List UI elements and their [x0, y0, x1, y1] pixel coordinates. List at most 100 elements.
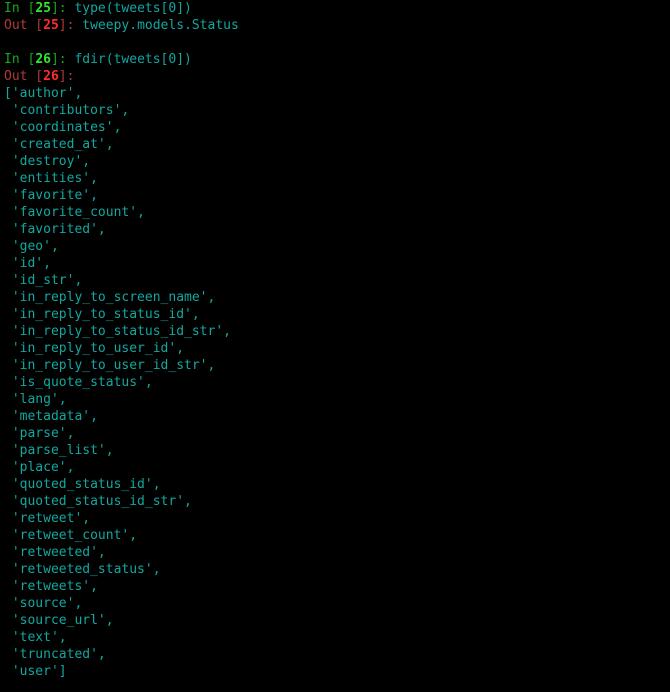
result-list-item-label: 'created_at', [11, 137, 114, 152]
result-list-item-label: 'place', [11, 460, 75, 475]
result-list-item-label: 'contributors', [11, 103, 130, 118]
result-list-item-label: 'source_url', [11, 613, 114, 628]
list-indent [4, 358, 12, 373]
result-list-item-label: 'id_str', [11, 273, 83, 288]
result-list-item: 'quoted_status_id', [0, 476, 670, 493]
list-indent [4, 426, 12, 441]
prompt-out-label: Out [4, 18, 28, 33]
list-indent [4, 460, 12, 475]
result-list-item: 'in_reply_to_user_id_str', [0, 357, 670, 374]
list-indent [4, 375, 12, 390]
result-list-item: 'contributors', [0, 102, 670, 119]
result-list-item: 'parse_list', [0, 442, 670, 459]
result-list-item: 'created_at', [0, 136, 670, 153]
list-indent [4, 579, 12, 594]
result-list-item-label: 'in_reply_to_screen_name', [11, 290, 216, 305]
list-indent [4, 120, 12, 135]
result-list-item: 'parse', [0, 425, 670, 442]
result-list-item: 'retweet_count', [0, 527, 670, 544]
list-indent [4, 494, 12, 509]
list-indent [4, 511, 12, 526]
result-list-item-label: 'retweet_count', [11, 528, 138, 543]
output-prompt-line-26: Out [26]: [0, 68, 670, 85]
prompt-out-open-bracket: [ [27, 18, 44, 33]
result-list-item-label: 'in_reply_to_status_id', [11, 307, 200, 322]
result-list-item: 'geo', [0, 238, 670, 255]
result-list-item: 'favorite', [0, 187, 670, 204]
result-list-item: 'quoted_status_id_str', [0, 493, 670, 510]
result-list-item-label: 'author', [11, 86, 83, 101]
result-list-item: 'in_reply_to_status_id_str', [0, 323, 670, 340]
result-list-item-label: 'coordinates', [11, 120, 122, 135]
result-list-item-label: 'favorited', [11, 222, 106, 237]
result-list-item: 'retweeted_status', [0, 561, 670, 578]
result-list-item-label: 'geo', [11, 239, 59, 254]
input-code-26[interactable]: fdir(tweets[0]) [74, 52, 191, 67]
result-list-item: 'in_reply_to_user_id', [0, 340, 670, 357]
result-list-item-label: 'favorite_count', [11, 205, 145, 220]
result-list-item-label: 'retweet', [11, 511, 91, 526]
result-list-item-label: 'in_reply_to_user_id_str', [11, 358, 216, 373]
list-indent [4, 562, 12, 577]
list-indent [4, 256, 12, 271]
result-list-item-label: 'source', [11, 596, 83, 611]
list-indent [4, 222, 12, 237]
result-list-item: 'text', [0, 629, 670, 646]
list-indent [4, 341, 12, 356]
result-list-item-label: 'id', [11, 256, 51, 271]
result-list-item: 'in_reply_to_status_id', [0, 306, 670, 323]
list-indent [4, 443, 12, 458]
prompt-out-close-bracket: ]: [58, 18, 83, 33]
list-indent [4, 545, 12, 560]
list-indent [4, 596, 12, 611]
result-list-item: 'in_reply_to_screen_name', [0, 289, 670, 306]
result-list-item-label: 'lang', [11, 392, 67, 407]
result-list-item: 'source', [0, 595, 670, 612]
result-list-item: 'id', [0, 255, 670, 272]
result-list-item: 'favorited', [0, 221, 670, 238]
input-prompt-line-25: In [25]: type(tweets[0]) [0, 0, 670, 17]
prompt-in-open-bracket: [ [19, 1, 36, 16]
result-list-item-label: 'metadata', [11, 409, 98, 424]
result-list-item: 'id_str', [0, 272, 670, 289]
result-list-item: 'truncated', [0, 646, 670, 663]
result-list-item-label: 'user'] [11, 664, 67, 679]
list-indent [4, 137, 12, 152]
result-list-item: 'user'] [0, 663, 670, 680]
input-code-25[interactable]: type(tweets[0]) [74, 1, 191, 16]
result-list-item: 'place', [0, 459, 670, 476]
result-list-item: 'lang', [0, 391, 670, 408]
input-prompt-line-26: In [26]: fdir(tweets[0]) [0, 51, 670, 68]
list-indent [4, 392, 12, 407]
list-indent [4, 239, 12, 254]
list-indent [4, 528, 12, 543]
result-list-item-label: 'quoted_status_id', [11, 477, 161, 492]
spacer-line-1 [0, 34, 670, 51]
prompt-out-close-bracket-2: ]: [58, 69, 83, 84]
list-open-bracket: [ [4, 86, 12, 101]
result-list-item-label: 'parse', [11, 426, 75, 441]
result-list-item-label: 'retweeted_status', [11, 562, 161, 577]
list-indent [4, 613, 12, 628]
result-list-item: 'favorite_count', [0, 204, 670, 221]
result-list-item-label: 'truncated', [11, 647, 106, 662]
result-list-item: 'source_url', [0, 612, 670, 629]
prompt-in-close-bracket: ]: [50, 1, 75, 16]
result-list-item-label: 'favorite', [11, 188, 98, 203]
output-result-25: tweepy.models.Status [82, 18, 239, 33]
prompt-in-number-2: 26 [35, 52, 51, 67]
list-indent [4, 154, 12, 169]
prompt-in-number: 25 [35, 1, 51, 16]
list-indent [4, 664, 12, 679]
list-indent [4, 647, 12, 662]
result-list-item-label: 'retweets', [11, 579, 98, 594]
result-list-item-label: 'in_reply_to_user_id', [11, 341, 185, 356]
prompt-out-number: 25 [43, 18, 59, 33]
prompt-in-open-bracket-2: [ [19, 52, 36, 67]
list-indent [4, 324, 12, 339]
result-list-item: 'retweeted', [0, 544, 670, 561]
result-list-item-label: 'retweeted', [11, 545, 106, 560]
ipython-console[interactable]: In [25]: type(tweets[0]) Out [25]: tweep… [0, 0, 670, 692]
list-indent [4, 290, 12, 305]
result-list-item: 'is_quote_status', [0, 374, 670, 391]
